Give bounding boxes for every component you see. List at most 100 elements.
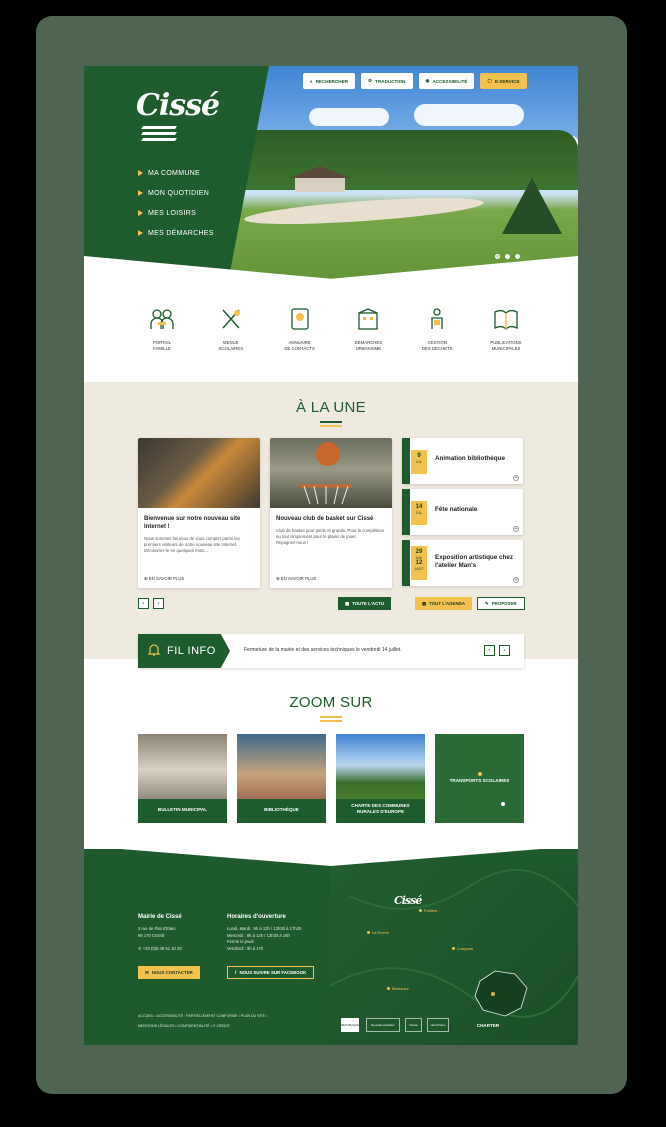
partner-logo-nouvelle-aquitaine[interactable]: Nouvelle-Aquitaine bbox=[366, 1018, 400, 1032]
quick-link-urbanisme[interactable]: DÉMARCHES URBANISME bbox=[340, 306, 396, 352]
nav-item-label: MA COMMUNE bbox=[148, 169, 200, 177]
fil-info-label: FIL INFO bbox=[167, 645, 216, 657]
quick-link-portail-famille[interactable]: PORTAIL FAMILLE bbox=[134, 306, 190, 352]
quick-link-publications[interactable]: PUBLICATIONS MUNICIPALES bbox=[478, 306, 534, 352]
propose-button[interactable]: ✎ PROPOSER bbox=[477, 597, 525, 610]
propose-label: PROPOSER bbox=[491, 601, 517, 606]
eservice-label: E-SERVICE bbox=[494, 78, 520, 84]
zoom-tile-caption: BIBLIOTHÈQUE bbox=[264, 807, 299, 812]
bell-icon bbox=[147, 642, 161, 661]
main-navigation: MA COMMUNE MON QUOTIDIEN MES LOISIRS MES… bbox=[138, 163, 214, 243]
quick-link-label: GESTION DES DÉCHETS bbox=[421, 340, 453, 351]
nav-item-label: MES LOISIRS bbox=[148, 209, 197, 217]
all-news-button[interactable]: ▦ TOUTE L'ACTU bbox=[338, 597, 392, 610]
arrow-icon bbox=[138, 190, 143, 196]
cloud bbox=[309, 108, 389, 126]
news-card-title: Bienvenue sur notre nouveau site Interne… bbox=[144, 516, 241, 530]
news-card-title: Nouveau club de basket sur Cissé bbox=[276, 516, 374, 522]
grid-icon: ▦ bbox=[345, 600, 350, 606]
book-icon bbox=[492, 306, 520, 332]
footer-address: 2 rue de Plat d'Etain 86 170 CISSÉ bbox=[138, 926, 176, 938]
event-title: Fête nationale bbox=[435, 506, 478, 513]
quick-link-label: PORTAIL FAMILLE bbox=[153, 340, 171, 351]
slider-dot-active[interactable] bbox=[505, 254, 510, 259]
event-item[interactable]: 14 JUIL Fête nationale + bbox=[402, 489, 523, 535]
event-item[interactable]: 9 JUIL Animation bibliothèque + bbox=[402, 438, 523, 484]
cutlery-icon bbox=[217, 306, 245, 332]
family-icon bbox=[148, 306, 176, 332]
nav-item-ma-commune[interactable]: MA COMMUNE bbox=[138, 163, 214, 183]
footer-legal-links[interactable]: MENTIONS LÉGALES • CONFIDENTIALITÉ • © C… bbox=[138, 1024, 230, 1030]
all-agenda-button[interactable]: ▦ TOUT L'AGENDA bbox=[415, 597, 472, 610]
site-logo[interactable]: Cissé bbox=[136, 88, 220, 123]
map-pin-icon bbox=[478, 772, 482, 776]
zoom-tile-caption: BULLETIN MUNICIPAL bbox=[157, 807, 208, 812]
news-card[interactable]: Nouveau club de basket sur Cissé Club de… bbox=[270, 438, 392, 588]
basketball-photo bbox=[270, 438, 392, 508]
quick-links: PORTAIL FAMILLE MENUS SCOLAIRES ANNUAIRE… bbox=[134, 306, 534, 352]
read-more-link[interactable]: ⊕ EN SAVOIR PLUS bbox=[276, 576, 316, 582]
nav-item-label: MON QUOTIDIEN bbox=[148, 189, 210, 197]
event-date: 14 JUIL bbox=[411, 501, 427, 525]
accessibility-button[interactable]: ◉ ACCESSIBILITÉ bbox=[418, 73, 475, 89]
facebook-button[interactable]: f NOUS SUIVRE SUR FACEBOOK bbox=[227, 966, 315, 979]
footer-hours-title: Horaires d'ouverture bbox=[227, 914, 286, 920]
zoom-tile-transports[interactable]: TRANSPORTS SCOLAIRES bbox=[435, 734, 524, 823]
a-la-une-section: À LA UNE Bienvenue sur notre nouveau sit… bbox=[84, 382, 578, 659]
waste-icon bbox=[423, 306, 451, 332]
previous-arrow-icon[interactable]: ‹ bbox=[138, 598, 149, 609]
footer-hours: Lundi, Mardi : 9h à 12h / 13h30 à 17h30 … bbox=[227, 926, 302, 951]
building-icon bbox=[354, 306, 382, 332]
gazebo bbox=[289, 166, 351, 192]
contact-button[interactable]: ✉ NOUS CONTACTER bbox=[138, 966, 200, 979]
translate-button[interactable]: ⚙ TRADUCTION bbox=[361, 73, 413, 89]
next-arrow-icon[interactable]: › bbox=[153, 598, 164, 609]
nav-item-mon-quotidien[interactable]: MON QUOTIDIEN bbox=[138, 183, 214, 203]
zoom-tile-caption: CHARTE DES COMMUNES RURALES D'EUROPE bbox=[351, 803, 410, 815]
laptop-photo bbox=[138, 438, 260, 508]
news-card[interactable]: Bienvenue sur notre nouveau site Interne… bbox=[138, 438, 260, 588]
phone-icon: ✆ bbox=[138, 946, 142, 951]
zoom-tile-bulletin[interactable]: BULLETIN MUNICIPAL bbox=[138, 734, 227, 823]
zoom-tile-charte[interactable]: CHARTE DES COMMUNES RURALES D'EUROPE bbox=[336, 734, 425, 823]
document-icon: ▢ bbox=[487, 78, 492, 83]
accessibility-label: ACCESSIBILITÉ bbox=[432, 78, 468, 84]
all-agenda-label: TOUT L'AGENDA bbox=[429, 601, 465, 606]
news-card-desc: Club de basket pour petits et grands. Po… bbox=[276, 527, 385, 546]
search-button[interactable]: ⌕ RECHERCHER bbox=[303, 73, 355, 89]
next-arrow-icon[interactable]: › bbox=[499, 645, 510, 656]
fil-info-header: FIL INFO bbox=[138, 634, 230, 668]
map-city: Bressuire bbox=[387, 986, 409, 991]
arrow-icon bbox=[138, 170, 143, 176]
facebook-label: NOUS SUIVRE SUR FACEBOOK bbox=[239, 970, 307, 975]
read-more-link[interactable]: ⊕ EN SAVOIR PLUS bbox=[144, 576, 184, 582]
quick-link-label: MENUS SCOLAIRES bbox=[218, 340, 244, 351]
facebook-icon: f bbox=[235, 970, 237, 975]
slider-dot[interactable] bbox=[495, 254, 500, 259]
all-news-label: TOUTE L'ACTU bbox=[352, 601, 385, 606]
slider-dot[interactable] bbox=[515, 254, 520, 259]
footer-phone[interactable]: ✆ +33 (0)5 49 51 10 28 bbox=[138, 946, 182, 953]
zoom-tile-bibliotheque[interactable]: BIBLIOTHÈQUE bbox=[237, 734, 326, 823]
partner-logo-charter[interactable]: CHARTER bbox=[454, 1018, 522, 1032]
eservice-button[interactable]: ▢ E-SERVICE bbox=[480, 73, 527, 89]
nav-item-mes-demarches[interactable]: MES DÉMARCHES bbox=[138, 223, 214, 243]
partner-logo-republique[interactable]: RÉPUBLIQUE bbox=[341, 1018, 359, 1032]
previous-arrow-icon[interactable]: ‹ bbox=[484, 645, 495, 656]
logo-stripes bbox=[141, 126, 177, 144]
fil-info-text[interactable]: Fermeture de la mairie et des services t… bbox=[244, 647, 402, 653]
search-label: RECHERCHER bbox=[315, 78, 348, 84]
partner-logo-vienne[interactable]: Vienne bbox=[405, 1018, 422, 1032]
nav-item-mes-loisirs[interactable]: MES LOISIRS bbox=[138, 203, 214, 223]
quick-link-dechets[interactable]: GESTION DES DÉCHETS bbox=[409, 306, 465, 352]
quick-link-label: DÉMARCHES URBANISME bbox=[354, 340, 383, 351]
event-item[interactable]: 29 JUIL 12 AOÛT Exposition artistique chez … bbox=[402, 540, 523, 586]
footer-legal-links[interactable]: ACCUEIL • ACCESSIBILITÉ : PARTIELLEMENT … bbox=[138, 1014, 267, 1020]
quick-link-annuaire[interactable]: ANNUAIRE DE CONTACTS bbox=[272, 306, 328, 352]
quick-link-menus-scolaires[interactable]: MENUS SCOLAIRES bbox=[203, 306, 259, 352]
event-date-range: 29 JUIL 12 AOÛT bbox=[411, 546, 427, 580]
arrow-icon bbox=[138, 210, 143, 216]
fil-info-pager: ‹ › bbox=[484, 645, 510, 656]
partner-logo-haut-poitou[interactable]: Haut-Poitou bbox=[427, 1018, 449, 1032]
arrow-icon bbox=[138, 230, 143, 236]
